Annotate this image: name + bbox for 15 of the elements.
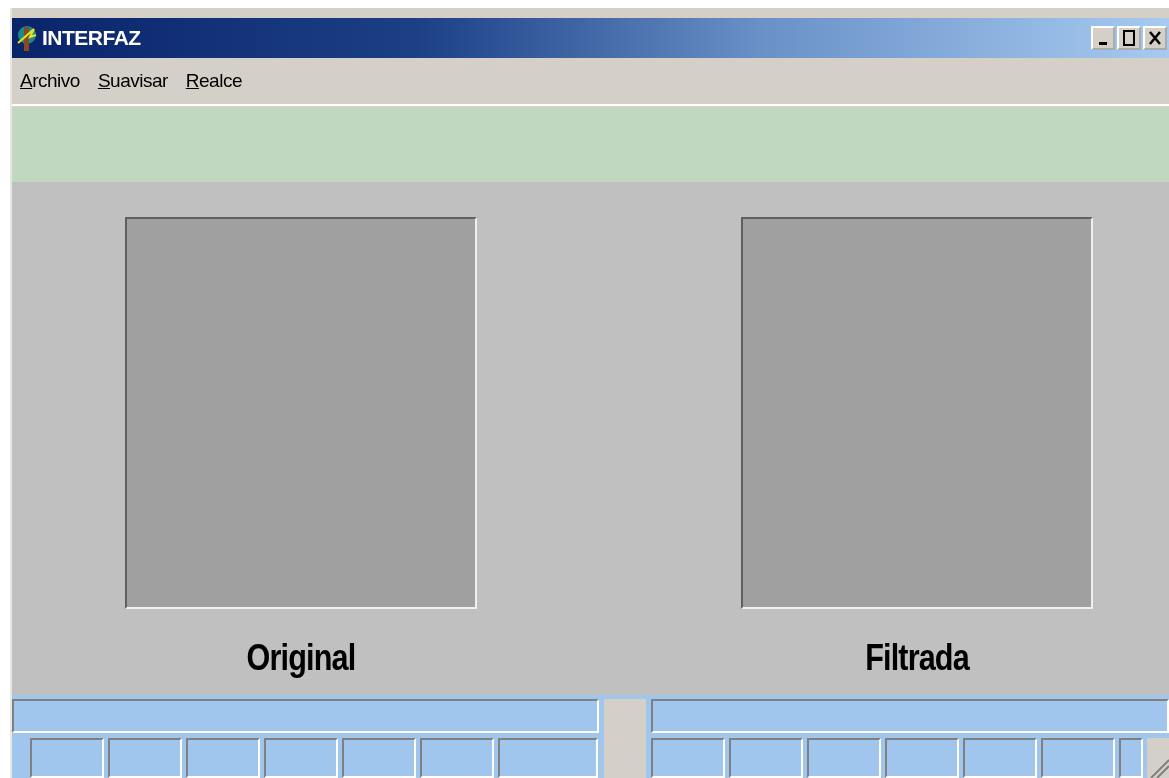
status-cell [1119,738,1143,778]
close-icon [1149,31,1161,45]
menu-item[interactable]: Realce [185,70,242,92]
minimize-icon [1099,41,1107,45]
image-label: Original [246,637,356,679]
menu-item[interactable]: Suavisar [97,70,168,92]
minimize-button[interactable] [1091,26,1115,50]
menu-item[interactable]: Archivo [20,70,80,92]
image-label: Filtrada [865,637,969,679]
close-button[interactable] [1143,26,1167,50]
maximize-icon [1123,30,1135,46]
window-title: INTERFAZ [42,26,142,50]
app-logo-icon [16,23,38,53]
maximize-button[interactable] [1117,26,1141,50]
resize-grip-icon [1147,738,1169,778]
